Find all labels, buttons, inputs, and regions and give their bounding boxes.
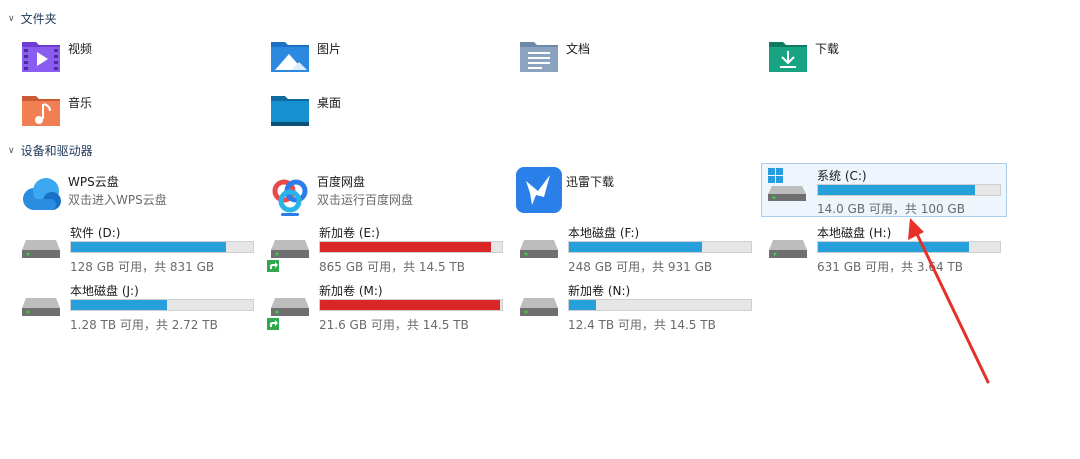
drive-info: 128 GB 可用，共 831 GB (70, 260, 215, 274)
drive-name: 新加卷 (N:) (568, 284, 631, 298)
drive-h[interactable]: 本地磁盘 (H:) 631 GB 可用，共 3.64 TB (767, 224, 1007, 274)
service-name: WPS云盘 (68, 175, 119, 189)
drive-usage-bar (568, 299, 752, 311)
drive-usage-fill (818, 242, 970, 252)
drive-name: 系统 (C:) (817, 169, 867, 183)
drive-usage-bar (817, 241, 1001, 253)
music-folder-icon (22, 96, 60, 126)
drive-e[interactable]: 新加卷 (E:) 865 GB 可用，共 14.5 TB (267, 224, 509, 274)
folder-videos[interactable]: 视频 (20, 38, 92, 74)
drive-info: 21.6 GB 可用，共 14.5 TB (319, 318, 469, 332)
chevron-down-icon: ∨ (8, 145, 15, 156)
folder-label: 图片 (317, 42, 342, 56)
video-folder-icon (22, 42, 60, 72)
drive-j[interactable]: 本地磁盘 (J:) 1.28 TB 可用，共 2.72 TB (20, 282, 260, 332)
drive-usage-fill (818, 185, 975, 195)
drive-name: 本地磁盘 (H:) (817, 226, 892, 240)
drive-usage-fill (71, 242, 226, 252)
devices-section-title: 设备和驱动器 (20, 144, 93, 158)
wps-cloud-icon (23, 178, 61, 210)
hard-drive-icon (769, 240, 807, 258)
drive-name: 本地磁盘 (J:) (70, 284, 139, 298)
drive-usage-bar (319, 241, 503, 253)
devices-section-header[interactable]: ∨ 设备和驱动器 (8, 142, 93, 159)
xunlei-icon (516, 167, 562, 213)
folder-label: 音乐 (68, 96, 93, 110)
drive-usage-bar (70, 299, 254, 311)
folders-section-header[interactable]: ∨ 文件夹 (8, 10, 57, 27)
service-subtitle: 双击运行百度网盘 (317, 193, 414, 207)
hard-drive-icon (271, 240, 309, 258)
hard-drive-icon (520, 240, 558, 258)
folder-label: 视频 (68, 42, 93, 56)
drive-m[interactable]: 新加卷 (M:) 21.6 GB 可用，共 14.5 TB (267, 282, 509, 332)
folder-label: 下载 (815, 42, 840, 56)
drive-usage-bar (319, 299, 503, 311)
drive-name: 新加卷 (M:) (319, 284, 383, 298)
drive-usage-fill (569, 300, 597, 310)
drive-n[interactable]: 新加卷 (N:) 12.4 TB 可用，共 14.5 TB (518, 282, 758, 332)
drive-usage-bar (817, 184, 1001, 196)
service-xunlei[interactable]: 迅雷下载 (516, 165, 756, 215)
drive-name: 软件 (D:) (70, 226, 121, 240)
documents-folder-icon (520, 42, 558, 72)
folder-music[interactable]: 音乐 (20, 92, 92, 128)
hard-drive-icon (22, 240, 60, 258)
drive-info: 12.4 TB 可用，共 14.5 TB (568, 318, 716, 332)
drive-d[interactable]: 软件 (D:) 128 GB 可用，共 831 GB (20, 224, 260, 274)
service-subtitle: 双击进入WPS云盘 (68, 193, 167, 207)
downloads-folder-icon (769, 42, 807, 72)
folder-pictures[interactable]: 图片 (269, 38, 341, 74)
drive-usage-bar (568, 241, 752, 253)
folder-label: 桌面 (317, 96, 342, 110)
drive-usage-fill (71, 300, 168, 310)
drive-info: 865 GB 可用，共 14.5 TB (319, 260, 465, 274)
service-name: 迅雷下载 (566, 175, 615, 189)
folders-section-title: 文件夹 (20, 12, 57, 26)
shortcut-arrow-icon (267, 318, 279, 330)
shortcut-arrow-icon (267, 260, 279, 272)
chevron-down-icon: ∨ (8, 13, 15, 24)
service-baidu-netdisk[interactable]: 百度网盘 双击运行百度网盘 (267, 171, 507, 221)
drive-name: 新加卷 (E:) (319, 226, 380, 240)
drive-usage-bar (70, 241, 254, 253)
desktop-folder-icon (271, 96, 309, 126)
service-name: 百度网盘 (317, 175, 366, 189)
baidu-netdisk-icon (272, 179, 308, 216)
folder-desktop[interactable]: 桌面 (269, 92, 341, 128)
drive-info: 14.0 GB 可用，共 100 GB (817, 202, 965, 216)
drive-info: 1.28 TB 可用，共 2.72 TB (70, 318, 218, 332)
drive-usage-fill (320, 300, 501, 310)
drive-usage-fill (569, 242, 702, 252)
pictures-folder-icon (271, 42, 309, 72)
hard-drive-icon (22, 298, 60, 316)
drive-f[interactable]: 本地磁盘 (F:) 248 GB 可用，共 931 GB (518, 224, 758, 274)
folder-downloads[interactable]: 下载 (767, 38, 839, 74)
hard-drive-icon (271, 298, 309, 316)
windows-system-drive-icon (768, 168, 806, 201)
hard-drive-icon (520, 298, 558, 316)
drive-info: 248 GB 可用，共 931 GB (568, 260, 713, 274)
drive-name: 本地磁盘 (F:) (568, 226, 640, 240)
folder-documents[interactable]: 文档 (518, 38, 590, 74)
service-wps-cloud[interactable]: WPS云盘 双击进入WPS云盘 (18, 171, 258, 221)
drive-info: 631 GB 可用，共 3.64 TB (817, 260, 963, 274)
folder-label: 文档 (566, 42, 591, 56)
drive-c[interactable]: 系统 (C:) 14.0 GB 可用，共 100 GB (761, 163, 1007, 217)
drive-usage-fill (320, 242, 492, 252)
